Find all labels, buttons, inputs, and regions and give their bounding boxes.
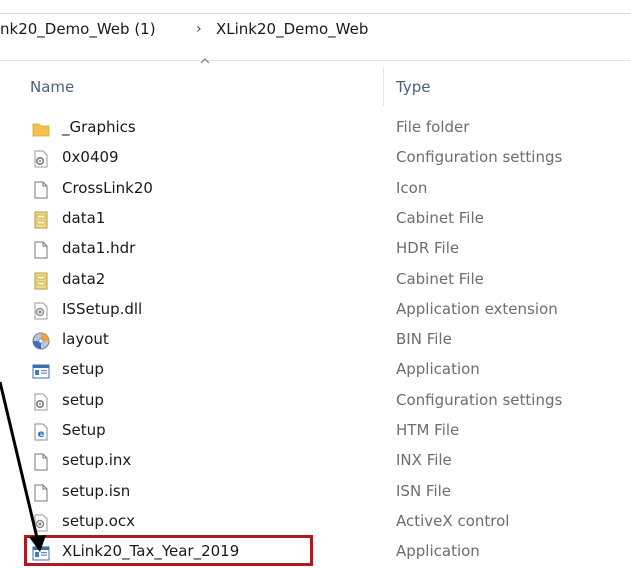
file-name: 0x0409: [62, 148, 119, 167]
file-row[interactable]: layout BIN File: [0, 326, 631, 356]
folder-icon: [32, 120, 50, 138]
column-header-name[interactable]: Name: [30, 78, 74, 96]
svg-text:e: e: [38, 429, 45, 440]
file-row[interactable]: 0x0409 Configuration settings: [0, 144, 631, 174]
file-name: Setup: [62, 421, 106, 439]
file-type: Configuration settings: [396, 148, 563, 167]
file-name: setup.inx: [62, 451, 132, 470]
file-row[interactable]: setup.ocx ActiveX control: [0, 508, 631, 538]
file-type: Configuration settings: [396, 390, 563, 409]
file-type: BIN File: [396, 330, 452, 349]
cabinet-file-icon: [32, 272, 50, 290]
file-name: _Graphics: [62, 118, 136, 136]
application-icon: [32, 362, 50, 380]
file-type: Application: [396, 360, 480, 379]
breadcrumb-item-current[interactable]: XLink20_Demo_Web: [216, 20, 368, 38]
file-type: ActiveX control: [396, 511, 510, 530]
file-name: setup: [62, 390, 104, 409]
sort-ascending-icon: [200, 58, 210, 64]
file-row[interactable]: setup.inx INX File: [0, 447, 631, 477]
file-row[interactable]: _Graphics File folder: [0, 114, 631, 144]
file-name: data1.hdr: [62, 239, 136, 258]
blank-file-icon: [32, 453, 50, 471]
file-row[interactable]: e Setup HTM File: [0, 417, 631, 447]
file-row[interactable]: data1 Cabinet File: [0, 205, 631, 235]
column-resize-handle[interactable]: [383, 68, 384, 106]
file-row[interactable]: setup.isn ISN File: [0, 478, 631, 508]
file-type: Cabinet File: [396, 208, 484, 227]
file-type: Icon: [396, 178, 428, 197]
settings-file-icon: [32, 393, 50, 411]
file-name: setup.isn: [62, 481, 131, 500]
blank-file-icon: [32, 484, 50, 502]
file-type: ISN File: [396, 481, 452, 500]
file-row[interactable]: data1.hdr HDR File: [0, 235, 631, 265]
file-name: layout: [62, 330, 109, 349]
dll-file-icon: [32, 514, 50, 532]
breadcrumb-separator-icon[interactable]: ›: [196, 21, 202, 37]
file-type: File folder: [396, 118, 470, 136]
file-name: setup.ocx: [62, 511, 136, 530]
file-row[interactable]: ISSetup.dll Application extension: [0, 296, 631, 326]
column-header-type[interactable]: Type: [396, 78, 430, 96]
file-type: HTM File: [396, 421, 460, 439]
file-name: CrossLink20: [62, 178, 153, 197]
dll-file-icon: [32, 302, 50, 320]
blank-file-icon: [32, 181, 50, 199]
file-type: Application extension: [396, 299, 558, 318]
breadcrumb-item-parent[interactable]: nk20_Demo_Web (1): [0, 20, 156, 38]
file-name: setup: [62, 360, 104, 379]
file-row[interactable]: CrossLink20 Icon: [0, 175, 631, 205]
cabinet-file-icon: [32, 211, 50, 229]
blank-file-icon: [32, 241, 50, 259]
toolbar-area: [0, 0, 631, 14]
file-name: ISSetup.dll: [62, 299, 143, 318]
breadcrumb-divider: [0, 60, 631, 61]
file-type: Application: [396, 542, 480, 561]
settings-file-icon: [32, 150, 50, 168]
file-type: Cabinet File: [396, 269, 484, 288]
disc-icon: [32, 332, 50, 350]
file-type: INX File: [396, 451, 452, 470]
highlight-box: [24, 535, 313, 566]
edge-file-icon: e: [32, 423, 50, 441]
file-row[interactable]: data2 Cabinet File: [0, 266, 631, 296]
file-type: HDR File: [396, 239, 460, 258]
file-row[interactable]: setup Configuration settings: [0, 387, 631, 417]
file-name: data2: [62, 269, 106, 288]
file-row[interactable]: setup Application: [0, 356, 631, 386]
file-name: data1: [62, 208, 106, 227]
